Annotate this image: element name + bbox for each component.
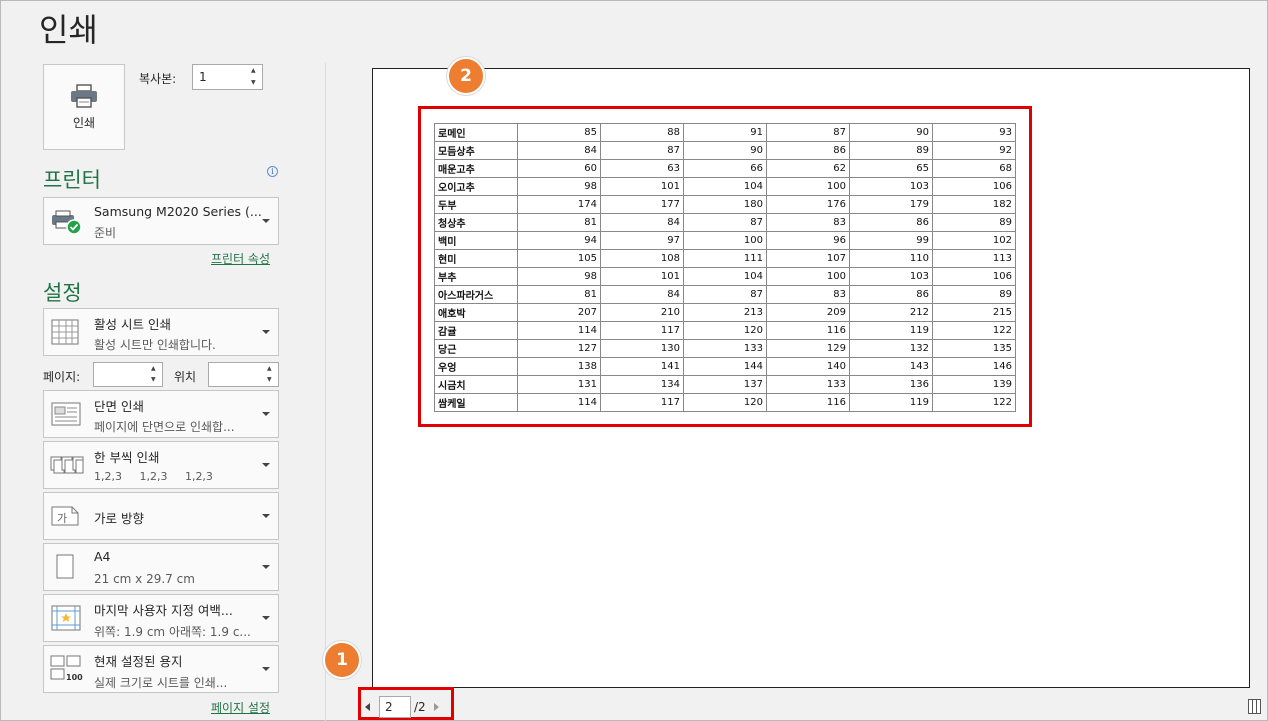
print-what-dropdown[interactable]: 활성 시트 인쇄 활성 시트만 인쇄합니다. bbox=[43, 308, 279, 356]
chevron-down-icon bbox=[262, 219, 270, 223]
pages-label: 페이지: bbox=[43, 370, 81, 384]
spin-up-icon[interactable]: ▲ bbox=[267, 365, 275, 373]
chevron-down-icon bbox=[262, 667, 270, 671]
show-margins-icon[interactable] bbox=[1248, 699, 1261, 714]
svg-text:100: 100 bbox=[66, 673, 83, 682]
copies-stepper[interactable]: 1 ▲ ▼ bbox=[192, 64, 263, 90]
landscape-icon: 가 bbox=[51, 506, 79, 526]
next-page-icon[interactable] bbox=[434, 703, 439, 711]
paper-size-dropdown[interactable]: A4 21 cm x 29.7 cm bbox=[43, 543, 279, 591]
print-button[interactable]: 인쇄 bbox=[43, 64, 125, 150]
pages-to-input[interactable]: ▲ ▼ bbox=[208, 362, 279, 387]
orientation-dropdown[interactable]: 가 가로 방향 bbox=[43, 492, 279, 540]
printer-status: 준비 bbox=[94, 226, 117, 240]
panel-divider bbox=[325, 63, 326, 721]
margins-sub: 위쪽: 1.9 cm 아래쪽: 1.9 c... bbox=[94, 625, 251, 639]
callout-marker-2: 2 bbox=[447, 57, 485, 95]
scaling-dropdown[interactable]: 100 현재 설정된 용지 실제 크기로 시트를 인쇄... bbox=[43, 645, 279, 693]
page-setup-link[interactable]: 페이지 설정 bbox=[211, 699, 270, 716]
margins-dropdown[interactable]: 마지막 사용자 지정 여백... 위쪽: 1.9 cm 아래쪽: 1.9 c..… bbox=[43, 594, 279, 642]
scaling-sub: 실제 크기로 시트를 인쇄... bbox=[94, 676, 228, 690]
scaling-main: 현재 설정된 용지 bbox=[94, 654, 183, 669]
collated-icon bbox=[50, 456, 84, 474]
pages-from-input[interactable]: ▲ ▼ bbox=[93, 362, 163, 387]
printer-name: Samsung M2020 Series (... bbox=[94, 204, 262, 219]
settings-heading: 설정 bbox=[43, 281, 82, 305]
chevron-down-icon bbox=[262, 565, 270, 569]
printer-dropdown[interactable]: Samsung M2020 Series (... 준비 bbox=[43, 197, 279, 245]
paper-size-sub: 21 cm x 29.7 cm bbox=[94, 572, 195, 586]
total-pages: /2 bbox=[414, 700, 426, 714]
spin-down-icon[interactable]: ▼ bbox=[251, 79, 259, 87]
page-title: 인쇄 bbox=[39, 11, 98, 49]
print-what-sub: 활성 시트만 인쇄합니다. bbox=[94, 338, 216, 352]
margins-icon bbox=[51, 605, 81, 631]
paper-size-icon bbox=[56, 554, 74, 579]
sides-dropdown[interactable]: 단면 인쇄 페이지에 단면으로 인쇄합... bbox=[43, 390, 279, 438]
collation-main: 한 부씩 인쇄 bbox=[94, 450, 160, 465]
sides-main: 단면 인쇄 bbox=[94, 399, 144, 414]
collation-dropdown[interactable]: 한 부씩 인쇄 1,2,3 1,2,3 1,2,3 bbox=[43, 441, 279, 489]
printer-properties-link[interactable]: 프린터 속성 bbox=[211, 250, 270, 267]
print-button-label: 인쇄 bbox=[72, 115, 96, 130]
printer-heading: 프린터 bbox=[43, 168, 101, 192]
print-what-main: 활성 시트 인쇄 bbox=[94, 317, 171, 332]
printer-ready-icon bbox=[52, 210, 82, 235]
previous-page-icon[interactable] bbox=[365, 703, 370, 711]
callout-marker-1: 1 bbox=[323, 641, 361, 679]
info-icon[interactable]: i bbox=[267, 166, 278, 177]
current-page-input[interactable]: 2 bbox=[379, 696, 411, 718]
spin-up-icon[interactable]: ▲ bbox=[251, 67, 259, 75]
chevron-down-icon bbox=[262, 463, 270, 467]
svg-text:가: 가 bbox=[57, 512, 67, 525]
chevron-down-icon bbox=[262, 514, 270, 518]
printer-icon bbox=[71, 83, 97, 108]
sheet-grid-icon bbox=[51, 319, 79, 345]
collation-sub: 1,2,3 1,2,3 1,2,3 bbox=[94, 470, 213, 483]
chevron-down-icon bbox=[262, 412, 270, 416]
spin-down-icon[interactable]: ▼ bbox=[267, 376, 275, 384]
copies-label: 복사본: bbox=[139, 72, 177, 86]
scaling-icon: 100 bbox=[50, 655, 83, 682]
highlight-box-table bbox=[418, 106, 1032, 427]
one-sided-icon bbox=[51, 402, 81, 426]
margins-main: 마지막 사용자 지정 여백... bbox=[94, 603, 233, 618]
spin-up-icon[interactable]: ▲ bbox=[151, 365, 159, 373]
chevron-down-icon bbox=[262, 616, 270, 620]
paper-size-main: A4 bbox=[94, 549, 111, 564]
copies-value: 1 bbox=[199, 70, 207, 84]
sides-sub: 페이지에 단면으로 인쇄합... bbox=[94, 420, 235, 434]
orientation-main: 가로 방향 bbox=[94, 511, 144, 526]
pages-to-label: 위치 bbox=[174, 370, 197, 384]
spin-down-icon[interactable]: ▼ bbox=[151, 376, 159, 384]
chevron-down-icon bbox=[262, 330, 270, 334]
